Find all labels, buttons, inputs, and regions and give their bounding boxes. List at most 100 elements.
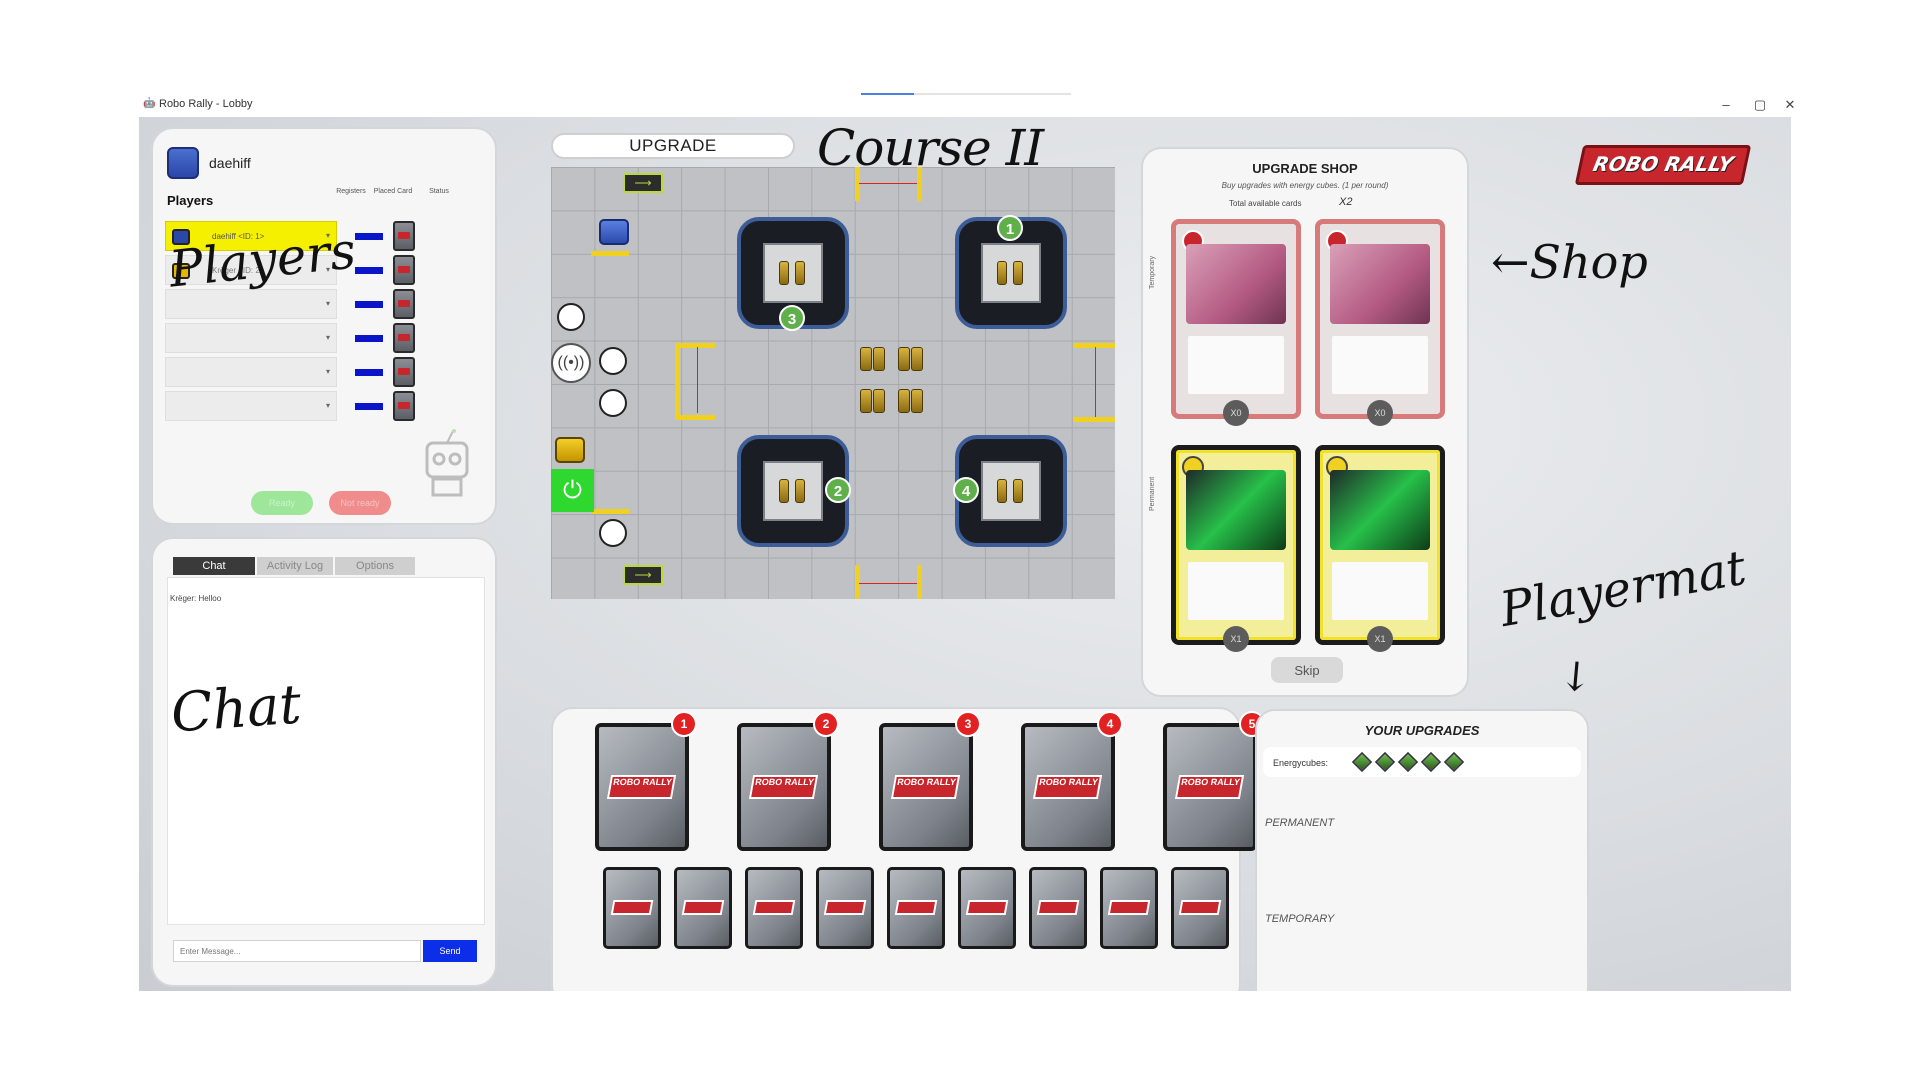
chat-annotation: Chat	[168, 672, 304, 745]
players-heading: Players	[167, 193, 214, 208]
player-row: ▾	[165, 323, 509, 353]
card-back-logo	[823, 900, 867, 916]
game-board[interactable]: ⟶ ⟶ 3 1 2 4 ((•)) ⏻	[551, 167, 1115, 599]
card-quantity: X0	[1223, 400, 1249, 426]
player-select[interactable]: ▾	[165, 323, 337, 353]
maximize-button[interactable]: ▢	[1745, 95, 1775, 115]
card-quantity: X1	[1223, 626, 1249, 652]
wall	[591, 509, 629, 514]
skip-button[interactable]: Skip	[1271, 657, 1343, 683]
tab-activity-log[interactable]: Activity Log	[257, 557, 333, 575]
hand-card[interactable]	[887, 867, 945, 949]
energy-cube-icon	[1420, 751, 1442, 773]
permanent-label: PERMANENT	[1265, 817, 1335, 829]
wall	[917, 565, 922, 599]
register-slot[interactable]: ROBO RALLY 3	[879, 711, 981, 851]
register-slot[interactable]: ROBO RALLY 2	[737, 711, 839, 851]
logo-text: ROBO RALLY	[1590, 152, 1736, 176]
placed-card	[393, 255, 415, 285]
chevron-down-icon: ▾	[325, 367, 330, 376]
start-position[interactable]	[599, 519, 627, 547]
send-button[interactable]: Send	[423, 940, 477, 962]
card-quantity: X1	[1367, 626, 1393, 652]
upgrade-card[interactable]: X0	[1315, 219, 1445, 426]
upgrade-card[interactable]: X1	[1171, 445, 1301, 652]
player-select[interactable]: ▾	[165, 357, 337, 387]
platform	[763, 243, 823, 303]
upgrade-shop-panel: UPGRADE SHOP Buy upgrades with energy cu…	[1141, 147, 1469, 697]
card-back-logo	[1107, 900, 1151, 916]
wall	[1073, 417, 1115, 422]
wall	[1073, 343, 1115, 348]
wall	[675, 343, 715, 348]
register-indicator	[355, 267, 383, 274]
register-slot[interactable]: ROBO RALLY 4	[1021, 711, 1123, 851]
title-bar: 🤖 Robo Rally - Lobby – ▢ ✕	[139, 93, 1795, 117]
hand-card[interactable]	[816, 867, 874, 949]
checkpoint-badge: 4	[953, 477, 979, 503]
register-slot[interactable]: ROBO RALLY 5	[1163, 711, 1265, 851]
chat-log[interactable]: Krëger: Helloo	[167, 577, 485, 925]
lobby-view: daehiff Players Registers Placed Card St…	[139, 117, 1791, 991]
laser	[859, 183, 917, 184]
tab-chat[interactable]: Chat	[173, 557, 255, 575]
board-arrow-icon: ⟶	[623, 565, 663, 585]
conveyor-loop: 4	[953, 435, 1067, 547]
robot-yellow	[555, 437, 585, 463]
laser	[697, 347, 698, 413]
hand-card[interactable]	[745, 867, 803, 949]
hand-card[interactable]	[674, 867, 732, 949]
card-back-logo: ROBO RALLY	[1175, 775, 1245, 799]
hand-card[interactable]	[603, 867, 661, 949]
register-indicator	[355, 233, 383, 240]
start-position[interactable]	[557, 303, 585, 331]
ready-button[interactable]: Ready	[251, 491, 313, 515]
upgrade-card[interactable]: X0	[1171, 219, 1301, 426]
shop-subtitle: Buy upgrades with energy cubes. (1 per r…	[1221, 181, 1389, 190]
column-header-placed-card: Placed Card	[373, 188, 413, 195]
card-back-logo: ROBO RALLY	[607, 775, 677, 799]
playermat-annotation: Playermat	[1496, 539, 1751, 639]
card-back-logo: ROBO RALLY	[749, 775, 819, 799]
card-art	[1330, 244, 1430, 324]
player-select[interactable]: ▾	[165, 391, 337, 421]
hand-card[interactable]	[1100, 867, 1158, 949]
minimize-button[interactable]: –	[1711, 95, 1741, 115]
wall	[675, 415, 715, 420]
tab-options[interactable]: Options	[335, 557, 415, 575]
shop-title: UPGRADE SHOP	[1252, 161, 1358, 176]
player-row: ▾	[165, 357, 509, 387]
platform	[763, 461, 823, 521]
close-button[interactable]: ✕	[1775, 95, 1805, 115]
register-indicator	[355, 335, 383, 342]
card-text	[1332, 336, 1428, 394]
energy-cube-icon	[1397, 751, 1419, 773]
not-ready-button[interactable]: Not ready	[329, 491, 391, 515]
app-icon: 🤖	[143, 98, 156, 109]
card-art	[1330, 470, 1430, 550]
upgrade-card[interactable]: X1	[1315, 445, 1445, 652]
hand-card[interactable]	[958, 867, 1016, 949]
wall	[855, 565, 860, 599]
energy-cube-icon	[1374, 751, 1396, 773]
chevron-down-icon: ▾	[325, 299, 330, 308]
column-header-registers: Registers	[336, 188, 366, 195]
register-slot[interactable]: ROBO RALLY 1	[595, 711, 697, 851]
start-position[interactable]	[599, 389, 627, 417]
hand-card[interactable]	[1171, 867, 1229, 949]
message-input[interactable]	[173, 940, 421, 962]
upgrades-title: YOUR UPGRADES	[1364, 723, 1480, 738]
robot-blue	[599, 219, 629, 245]
conveyor-loop: 2	[737, 435, 851, 547]
chat-panel: Chat Activity Log Options Krëger: Helloo…	[151, 537, 497, 987]
shop-annotation: ←Shop	[1491, 235, 1648, 289]
robot-mascot-icon	[425, 429, 469, 497]
energy-label: Energycubes:	[1273, 758, 1329, 768]
energy-battery-icon	[897, 345, 923, 371]
hand-card[interactable]	[1029, 867, 1087, 949]
start-position[interactable]	[599, 347, 627, 375]
wall	[675, 345, 680, 417]
avatar	[167, 147, 199, 179]
card-quantity: X0	[1367, 400, 1393, 426]
loading-progress-fill	[861, 93, 914, 95]
